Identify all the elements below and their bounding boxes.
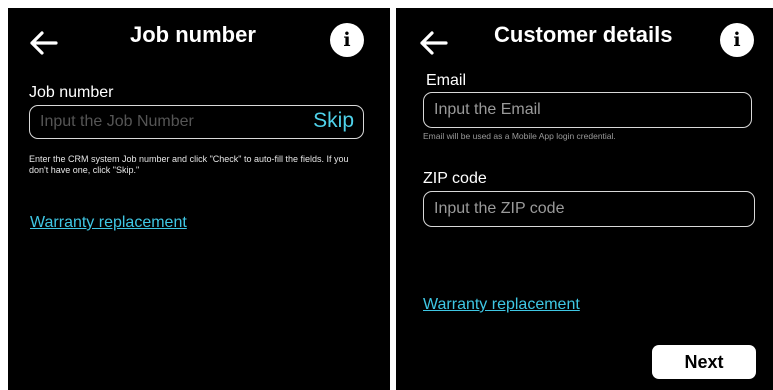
zip-code-placeholder: Input the ZIP code [434,200,565,217]
warranty-replacement-link[interactable]: Warranty replacement [423,296,580,314]
back-arrow-icon[interactable] [26,26,60,60]
info-icon[interactable]: i [720,23,754,57]
job-number-placeholder: Input the Job Number [40,113,194,130]
job-number-input[interactable]: Input the Job Number Skip [29,105,364,139]
email-help-text: Email will be used as a Mobile App login… [423,131,616,141]
job-number-screen: Job number i Job number Input the Job Nu… [8,8,390,390]
email-label: Email [426,72,467,89]
back-arrow-icon[interactable] [416,26,450,60]
page-title: Job number [130,22,256,47]
info-icon[interactable]: i [330,23,364,57]
next-button[interactable]: Next [652,345,756,379]
email-placeholder: Input the Email [434,101,541,118]
page-title: Customer details [494,22,673,47]
zip-code-label: ZIP code [423,170,487,187]
skip-button[interactable]: Skip [313,109,354,133]
job-number-label: Job number [29,84,114,101]
job-number-help-text: Enter the CRM system Job number and clic… [29,154,349,175]
warranty-replacement-link[interactable]: Warranty replacement [30,214,187,232]
customer-details-screen: Customer details i Email Input the Email… [396,8,773,390]
zip-code-input[interactable]: Input the ZIP code [423,191,755,227]
email-input[interactable]: Input the Email [423,92,752,128]
